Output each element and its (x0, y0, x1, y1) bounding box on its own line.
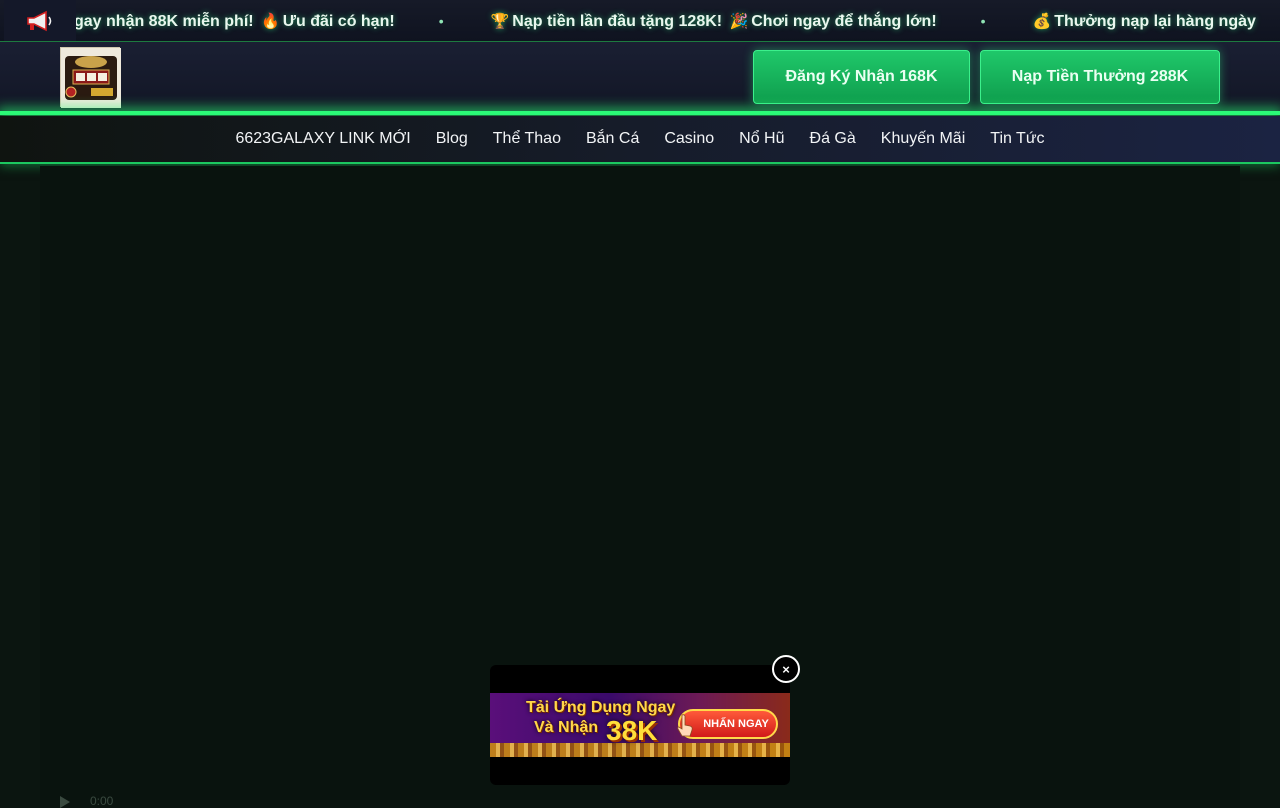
site-header: Đăng Ký Nhận 168K Nạp Tiền Thưởng 288K (0, 42, 1280, 115)
trophy-icon: 🏆 (490, 12, 510, 30)
nav-item-ban-ca[interactable]: Bắn Cá (586, 130, 639, 148)
video-controls: 0:00 (40, 790, 1240, 808)
nav-item-da-ga[interactable]: Đá Gà (810, 130, 856, 148)
banner-subline: Và Nhận (534, 719, 599, 736)
deposit-bonus-button[interactable]: Nạp Tiền Thưởng 288K (980, 50, 1220, 104)
app-download-popup: Tải Ứng Dụng Ngay Và Nhận 38K NHẤN NGAY (490, 665, 790, 785)
pointing-hand-icon (677, 714, 693, 737)
ticker-separator: • (980, 13, 986, 29)
app-download-banner[interactable]: Tải Ứng Dụng Ngay Và Nhận 38K NHẤN NGAY (490, 693, 790, 757)
ticker-message-1: gay nhận 88K miễn phí! 🔥 Ưu đãi có hạn! (74, 12, 395, 30)
video-time: 0:00 (90, 794, 114, 808)
nav-item-the-thao[interactable]: Thể Thao (493, 130, 561, 148)
money-bag-icon: 💰 (1032, 12, 1052, 30)
close-popup-button[interactable]: × (772, 655, 800, 683)
main-nav: 6623GALAXY LINK MỚI Blog Thể Thao Bắn Cá… (0, 116, 1280, 164)
nav-item-no-hu[interactable]: Nổ Hũ (739, 130, 784, 148)
ticker-track: gay nhận 88K miễn phí! 🔥 Ưu đãi có hạn! •… (74, 0, 1256, 41)
ticker-message-2: 🏆 Nạp tiền lần đầu tặng 128K! 🎉 Chơi ngay … (490, 12, 937, 30)
register-button[interactable]: Đăng Ký Nhận 168K (753, 50, 970, 104)
nav-item-blog[interactable]: Blog (436, 130, 468, 148)
nav-item-khuyen-mai[interactable]: Khuyến Mãi (881, 130, 966, 148)
nav-item-link-moi[interactable]: 6623GALAXY LINK MỚI (235, 130, 410, 148)
ticker-message-3: 💰 Thưởng nạp lại hàng ngày (1032, 12, 1256, 30)
nav-item-casino[interactable]: Casino (664, 130, 714, 148)
play-icon[interactable] (60, 796, 70, 808)
casino-logo[interactable] (60, 47, 121, 108)
megaphone-icon (4, 0, 76, 41)
banner-amount: 38K (606, 715, 658, 746)
announcement-ticker: gay nhận 88K miễn phí! 🔥 Ưu đãi có hạn! •… (0, 0, 1280, 42)
header-glow-divider (0, 111, 1280, 115)
fire-icon: 🔥 (261, 12, 280, 30)
ticker-separator: • (438, 13, 444, 29)
nav-item-tin-tuc[interactable]: Tin Tức (990, 130, 1044, 148)
party-popper-icon: 🎉 (729, 12, 749, 30)
